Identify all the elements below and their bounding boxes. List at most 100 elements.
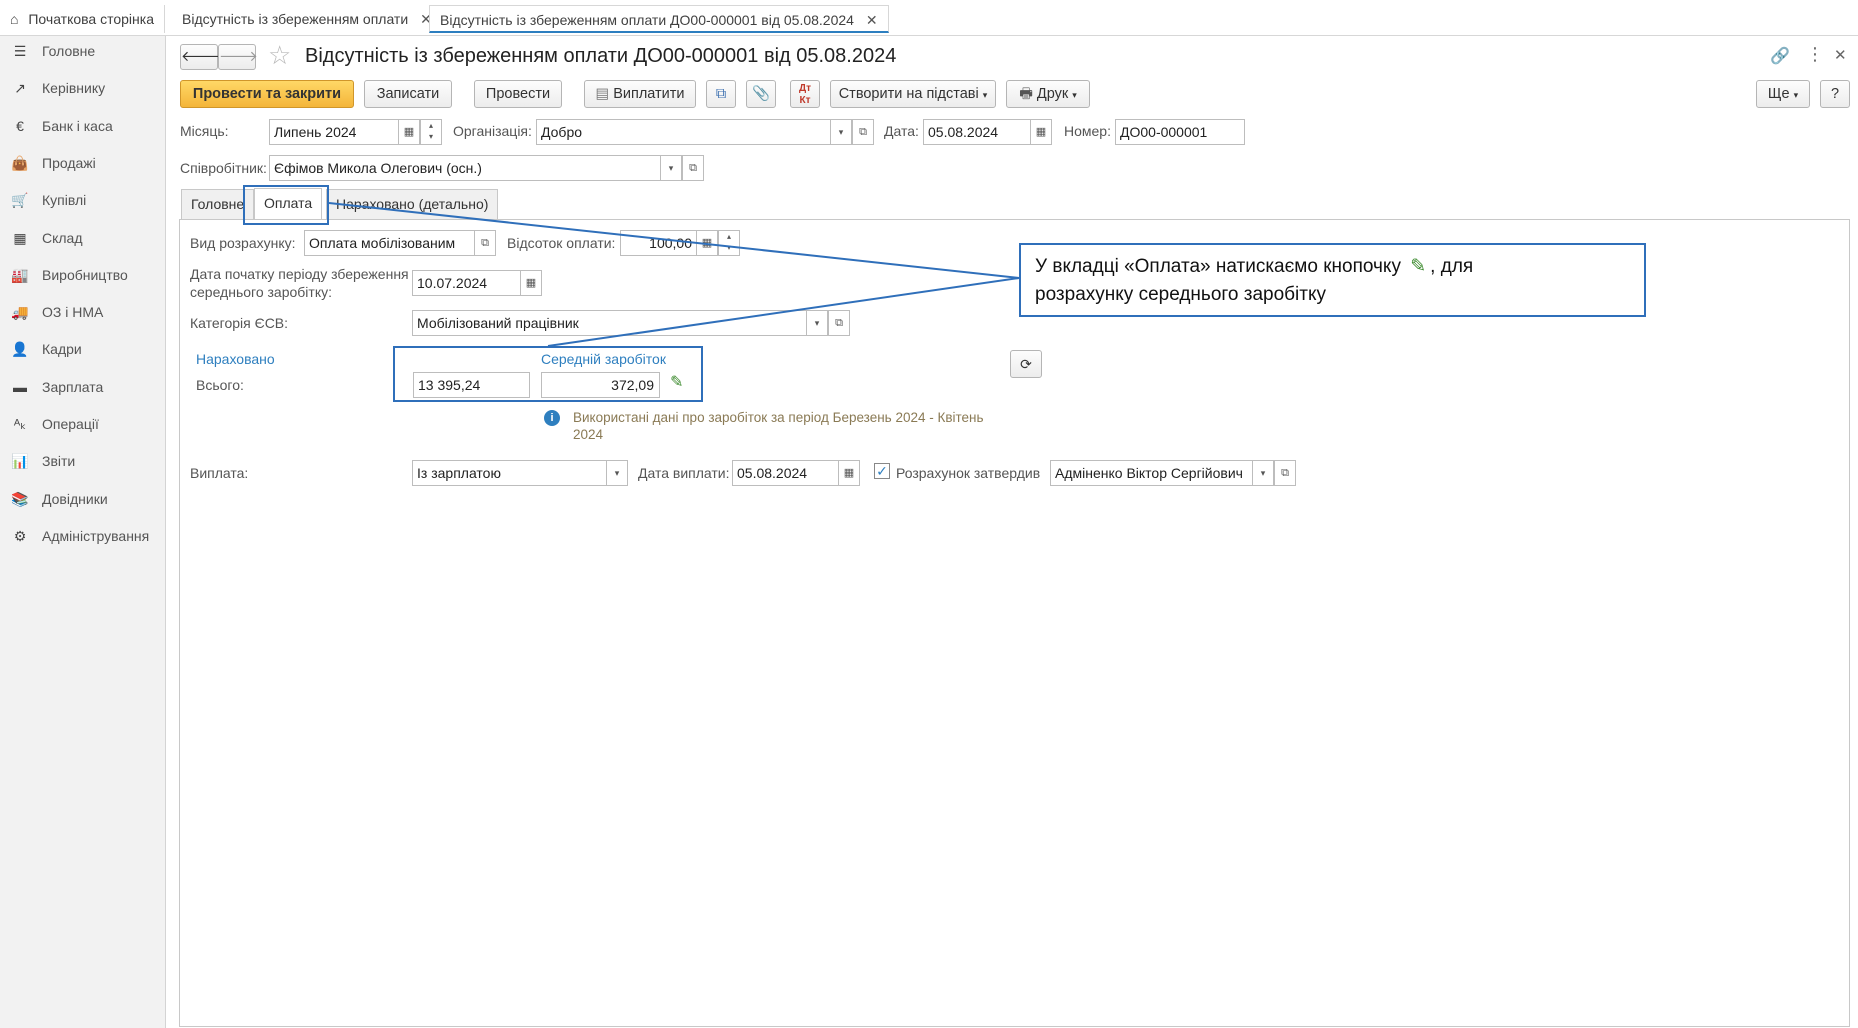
calendar-icon[interactable]: ▦ (520, 270, 542, 296)
sidebar-item-label: Виробництво (42, 266, 128, 283)
books-icon: 📚 (11, 490, 29, 507)
date-field[interactable]: 05.08.2024 (923, 119, 1031, 145)
approved-label: Розрахунок затвердив (896, 465, 1041, 481)
create-based-on-label: Створити на підставі (838, 86, 979, 102)
tab-accrued-detailed[interactable]: Нараховано (детально) (326, 189, 499, 219)
dt-kt-icon: Дт Кт (798, 83, 812, 106)
sidebar-item-5[interactable]: 🛒 Купівлі (0, 185, 166, 215)
gear-icon: ⚙ (13, 527, 27, 544)
link-icon[interactable]: 🔗 (1770, 46, 1790, 66)
create-based-on-button[interactable]: Створити на підставі ▾ (830, 80, 996, 108)
sidebar-item-2[interactable]: ↗ Керівнику (0, 73, 166, 103)
calendar-icon[interactable]: ▦ (1030, 119, 1052, 145)
more-button[interactable]: Ще ▾ (1756, 80, 1810, 108)
truck-icon: 🚚 (11, 304, 29, 321)
payment-tab-highlight (243, 185, 329, 225)
top-tab-bar: ⌂ Початкова сторінка Відсутність із збер… (0, 0, 1858, 36)
open-icon[interactable]: ⧉ (682, 155, 704, 181)
dropdown-icon[interactable]: ▾ (660, 155, 682, 181)
calendar-icon[interactable]: ▦ (398, 119, 420, 145)
close-icon[interactable]: ✕ (866, 12, 878, 28)
period-start-label-line1: Дата початку періоду збереження (190, 266, 409, 282)
home-tab[interactable]: ⌂ Початкова сторінка (0, 5, 165, 33)
callout-text-part1: У вкладці «Оплата» натискаємо кнопочку (1035, 256, 1401, 277)
number-field[interactable]: ДО00-000001 (1115, 119, 1245, 145)
person-icon: 👤 (11, 341, 29, 358)
accrued-header: Нараховано (196, 351, 275, 367)
open-icon[interactable]: ⧉ (1274, 460, 1296, 486)
sidebar-item-label: Керівнику (42, 80, 106, 97)
percent-label: Відсоток оплати: (507, 235, 616, 251)
employee-field[interactable]: Єфімов Микола Олегович (осн.) (269, 155, 663, 181)
month-spinner[interactable]: ▴ ▾ (420, 119, 442, 145)
period-start-field[interactable]: 10.07.2024 (412, 270, 522, 296)
open-icon[interactable]: ⧉ (828, 310, 850, 336)
bag-icon: 👜 (11, 154, 29, 171)
help-button[interactable]: ? (1820, 80, 1850, 108)
attach-button[interactable]: 📎 (746, 80, 776, 108)
sidebar-item-1[interactable]: ☰ Головне (0, 36, 166, 66)
favorite-star-icon[interactable]: ☆ (268, 40, 291, 71)
dropdown-icon[interactable]: ▾ (606, 460, 628, 486)
esv-category-field[interactable]: Мобілізований працівник (412, 310, 810, 336)
more-vertical-icon[interactable]: ⋮ (1806, 44, 1824, 65)
paperclip-icon: 📎 (751, 86, 771, 102)
sidebar-item-label: Кадри (42, 341, 82, 358)
post-button[interactable]: Провести (474, 80, 562, 108)
doc-list-tab-label: Відсутність із збереженням оплати (182, 11, 409, 27)
structure-icon: ⧉ (715, 86, 727, 102)
sidebar-item-12[interactable]: 📊 Звіти (0, 446, 166, 476)
caret-down-icon: ▾ (1072, 90, 1077, 100)
dropdown-icon[interactable]: ▾ (1252, 460, 1274, 486)
open-icon[interactable]: ⧉ (852, 119, 874, 145)
save-button[interactable]: Записати (364, 80, 452, 108)
print-button[interactable]: 🖶 Друк ▾ (1006, 80, 1090, 108)
wallet-icon: ▬ (13, 378, 27, 395)
month-field[interactable]: Липень 2024 (269, 119, 399, 145)
payout-date-field[interactable]: 05.08.2024 (732, 460, 840, 486)
dt-kt-button[interactable]: Дт Кт (790, 80, 820, 108)
info-text-line1: Використані дані про заробіток за період… (573, 410, 984, 425)
sidebar-item-11[interactable]: ᴬₖ Операції (0, 409, 166, 439)
refresh-button[interactable]: ⟳ (1010, 350, 1042, 378)
sidebar-item-3[interactable]: € Банк і каса (0, 111, 166, 141)
dropdown-icon[interactable]: ▾ (806, 310, 828, 336)
dropdown-icon[interactable]: ▾ (830, 119, 852, 145)
organization-field[interactable]: Добро (536, 119, 832, 145)
approved-by-field[interactable]: Адміненко Віктор Сергійович (1050, 460, 1254, 486)
sidebar-item-4[interactable]: 👜 Продажі (0, 148, 166, 178)
callout-text-part2: , для (1430, 256, 1474, 277)
open-icon[interactable]: ⧉ (474, 230, 496, 256)
month-label: Місяць: (180, 123, 229, 139)
sidebar-item-6[interactable]: ▦ Склад (0, 223, 166, 253)
sidebar-item-7[interactable]: 🏭 Виробництво (0, 260, 166, 290)
sidebar: ☰ Головне ↗ Керівнику € Банк і каса 👜 Продажі 🛒 К… (0, 36, 166, 1028)
doc-tab-label: Відсутність із збереженням оплати ДО00-0… (440, 12, 854, 28)
sidebar-item-9[interactable]: 👤 Кадри (0, 334, 166, 364)
doc-tab[interactable]: Відсутність із збереженням оплати ДО00-0… (429, 5, 889, 33)
page-title: Відсутність із збереженням оплати ДО00-0… (305, 45, 897, 67)
info-text-line2: 2024 (573, 427, 604, 442)
payout-date-label: Дата виплати: (638, 465, 730, 481)
sidebar-item-13[interactable]: 📚 Довідники (0, 484, 166, 514)
payout-field[interactable]: Із зарплатою (412, 460, 608, 486)
sidebar-item-10[interactable]: ▬ Зарплата (0, 372, 166, 402)
approved-checkbox[interactable]: ✓ (874, 463, 890, 479)
forward-button[interactable]: 🡒 (218, 44, 258, 70)
close-icon[interactable]: ✕ (1834, 46, 1847, 64)
sidebar-item-8[interactable]: 🚚 ОЗ і НМА (0, 297, 166, 327)
post-and-close-button[interactable]: Провести та закрити (180, 80, 354, 108)
calendar-icon[interactable]: ▦ (838, 460, 860, 486)
pay-button[interactable]: ▤ Виплатити (584, 80, 696, 108)
calculator-icon[interactable]: ▦ (696, 230, 718, 256)
doc-list-tab[interactable]: Відсутність із збереженням оплати ✕ (172, 5, 443, 33)
percent-spinner[interactable]: ▴ ▾ (718, 230, 740, 256)
structure-button[interactable]: ⧉ (706, 80, 736, 108)
caret-down-icon: ▾ (1793, 90, 1799, 100)
percent-field[interactable]: 100,00 (620, 230, 698, 256)
sidebar-item-14[interactable]: ⚙ Адміністрування (0, 521, 166, 551)
back-button[interactable]: 🡐 (180, 44, 220, 70)
payout-label: Виплата: (190, 465, 249, 481)
dt-kt-icon: ᴬₖ (13, 416, 27, 432)
calc-type-field[interactable]: Оплата мобілізованим (304, 230, 476, 256)
